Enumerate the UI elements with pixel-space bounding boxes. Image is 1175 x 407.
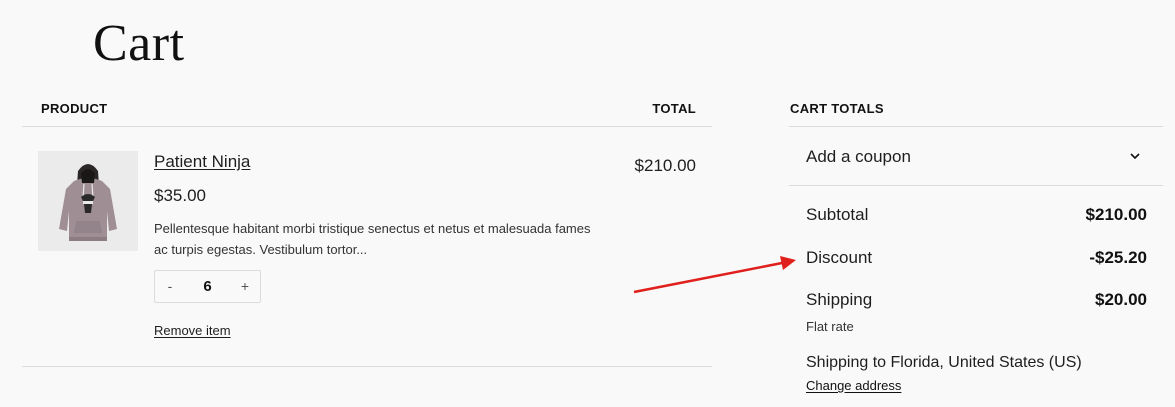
subtotal-label: Subtotal bbox=[806, 205, 869, 224]
discount-label: Discount bbox=[806, 248, 873, 267]
shipping-label: Shipping bbox=[806, 290, 873, 309]
product-description: Pellentesque habitant morbi tristique se… bbox=[154, 221, 591, 257]
shipping-destination: Shipping to Florida, United States (US) bbox=[806, 354, 1082, 371]
product-column-header: PRODUCT bbox=[41, 101, 108, 116]
page-title: Cart bbox=[93, 15, 185, 72]
remove-item-link[interactable]: Remove item bbox=[154, 323, 231, 338]
quantity-input[interactable] bbox=[185, 271, 230, 302]
add-coupon-label: Add a coupon bbox=[806, 147, 911, 166]
discount-value: -$25.20 bbox=[1089, 248, 1147, 267]
subtotal-value: $210.00 bbox=[1085, 205, 1147, 224]
chevron-down-icon bbox=[1130, 153, 1140, 160]
table-bottom-divider bbox=[22, 366, 712, 367]
product-name-link[interactable]: Patient Ninja bbox=[154, 152, 250, 172]
add-coupon-toggle[interactable]: Add a coupon bbox=[789, 127, 1163, 185]
quantity-stepper: - + bbox=[154, 270, 261, 303]
cart-totals-heading: CART TOTALS bbox=[790, 101, 884, 116]
quantity-decrease-button[interactable]: - bbox=[155, 271, 185, 302]
shipping-value: $20.00 bbox=[1095, 290, 1147, 309]
table-header-divider bbox=[22, 126, 712, 127]
hoodie-image bbox=[59, 164, 117, 241]
change-address-link[interactable]: Change address bbox=[806, 378, 901, 393]
quantity-increase-button[interactable]: + bbox=[230, 271, 260, 302]
total-column-header: TOTAL bbox=[652, 101, 696, 116]
line-item-total: $210.00 bbox=[634, 156, 696, 175]
coupon-divider bbox=[789, 185, 1163, 186]
product-unit-price: $35.00 bbox=[154, 186, 206, 205]
product-thumbnail[interactable] bbox=[38, 151, 138, 251]
shipping-method: Flat rate bbox=[806, 319, 854, 334]
